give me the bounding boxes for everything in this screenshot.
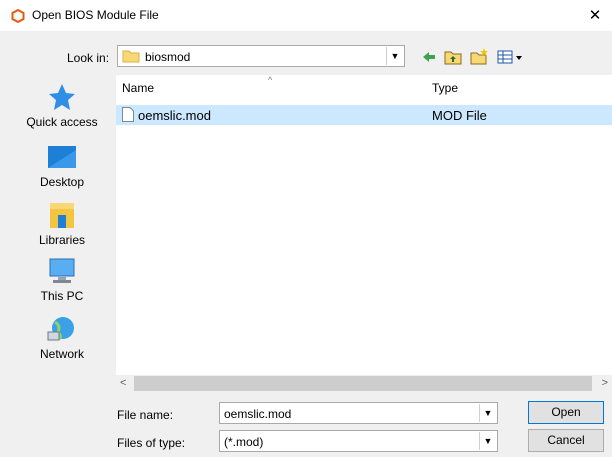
desktop-icon (48, 146, 76, 168)
place-this-pc[interactable]: This PC (14, 256, 110, 303)
folder-icon (122, 50, 140, 63)
place-label: Desktop (39, 175, 85, 189)
horizontal-scrollbar[interactable]: < > (116, 375, 612, 392)
place-label: Network (39, 347, 84, 361)
column-header-type[interactable]: Type (432, 75, 458, 99)
look-in-label: Look in: (67, 51, 110, 65)
chevron-down-icon[interactable]: ▼ (479, 432, 496, 450)
file-icon (122, 107, 134, 122)
network-icon (47, 317, 74, 341)
open-button[interactable]: Open (528, 401, 604, 424)
new-folder-icon[interactable] (470, 48, 488, 66)
file-type-dropdown[interactable]: (*.mod) ▼ (219, 430, 498, 452)
star-icon (49, 84, 75, 110)
look-in-value: biosmod (145, 50, 191, 64)
libraries-icon (50, 203, 74, 228)
computer-icon (49, 258, 75, 283)
scroll-left-icon[interactable]: < (120, 377, 126, 389)
chevron-down-icon[interactable]: ▼ (479, 404, 496, 422)
file-type-value: (*.mod) (224, 435, 264, 449)
place-quick-access[interactable]: Quick access (14, 82, 110, 129)
scroll-right-icon[interactable]: > (602, 377, 608, 389)
view-menu-icon[interactable] (497, 48, 525, 66)
file-name-value: oemslic.mod (224, 407, 292, 421)
file-name-label: File name: (117, 408, 174, 422)
file-list[interactable]: Name ^ Type oemslic.mod MOD File (116, 75, 612, 375)
place-desktop[interactable]: Desktop (14, 142, 110, 189)
back-icon[interactable] (421, 48, 437, 66)
place-label: Libraries (38, 233, 86, 247)
cancel-button[interactable]: Cancel (528, 429, 604, 452)
column-header-name[interactable]: Name (122, 75, 154, 99)
place-label: This PC (40, 289, 84, 303)
chevron-down-icon[interactable]: ▼ (386, 47, 403, 65)
window-title: Open BIOS Module File (32, 8, 159, 22)
app-icon (11, 9, 25, 23)
sort-ascending-icon: ^ (268, 75, 273, 85)
scroll-thumb[interactable] (134, 376, 592, 391)
file-type: MOD File (432, 108, 487, 123)
file-name-field[interactable]: oemslic.mod ▼ (219, 402, 498, 424)
look-in-dropdown[interactable]: biosmod ▼ (117, 45, 405, 67)
close-button[interactable]: ✕ (578, 0, 612, 31)
file-row[interactable]: oemslic.mod MOD File (116, 105, 612, 125)
places-bar: Quick access Desktop Libraries This PC N… (14, 74, 110, 394)
place-label: Quick access (26, 115, 98, 129)
file-type-label: Files of type: (117, 436, 186, 450)
file-name: oemslic.mod (138, 108, 211, 123)
place-libraries[interactable]: Libraries (14, 200, 110, 247)
up-folder-icon[interactable] (444, 48, 462, 66)
place-network[interactable]: Network (14, 314, 110, 361)
